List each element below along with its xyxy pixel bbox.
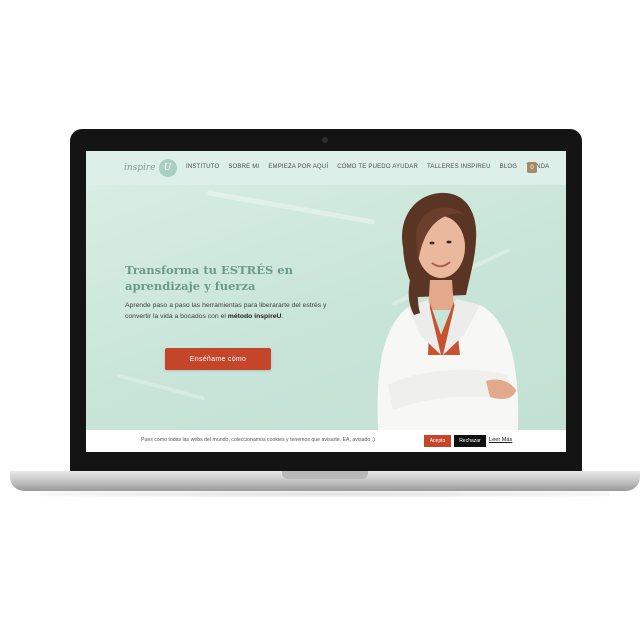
laptop-screen: inspire U INSTITUTO SOBRE MI EMPIEZA POR… bbox=[86, 151, 566, 452]
hero-title-line-1: Transforma tu ESTRÉS en bbox=[125, 263, 293, 277]
hero-title: Transforma tu ESTRÉS en aprendizaje y fu… bbox=[125, 262, 345, 294]
logo-mark-icon: U bbox=[158, 159, 177, 177]
nav-item-instituto[interactable]: INSTITUTO bbox=[186, 164, 219, 170]
nav-item-como-ayudar[interactable]: CÓMO TE PUEDO AYUDAR bbox=[337, 164, 418, 170]
accept-cookies-button[interactable]: Acepto bbox=[424, 435, 451, 447]
camera-dot bbox=[322, 137, 328, 143]
read-more-link[interactable]: Leer Más bbox=[489, 437, 512, 443]
cookie-bar: Pues como todas las webs del mundo, cole… bbox=[86, 430, 566, 452]
woman-portrait-image bbox=[377, 192, 519, 430]
laptop-notch bbox=[282, 471, 368, 479]
cta-button[interactable]: Enséñame cómo bbox=[165, 348, 271, 370]
hero-subtitle: Aprende paso a paso las herramientas par… bbox=[125, 300, 330, 322]
nav-item-blog[interactable]: BLOG bbox=[500, 164, 517, 170]
laptop-shadow bbox=[40, 491, 610, 497]
main-nav: INSTITUTO SOBRE MI EMPIEZA POR AQUÍ CÓMO… bbox=[186, 164, 549, 170]
site-header: inspire U INSTITUTO SOBRE MI EMPIEZA POR… bbox=[86, 151, 566, 185]
hero-subtitle-end: . bbox=[281, 313, 284, 320]
hero-subtitle-text: Aprende paso a paso las herramientas par… bbox=[125, 302, 327, 320]
cookie-text: Pues como todas las webs del mundo, cole… bbox=[141, 437, 375, 443]
wall-texture bbox=[117, 373, 205, 401]
nav-item-sobre-mi[interactable]: SOBRE MI bbox=[228, 164, 259, 170]
hero-subtitle-bold: método inspireU bbox=[227, 313, 282, 320]
hero-title-line-2: aprendizaje y fuerza bbox=[125, 279, 256, 293]
nav-item-talleres[interactable]: TALLERES INSPIREU bbox=[427, 164, 491, 170]
site-logo[interactable]: inspire U bbox=[124, 159, 177, 177]
laptop-lid: inspire U INSTITUTO SOBRE MI EMPIEZA POR… bbox=[70, 129, 582, 472]
cart-icon[interactable]: 0 bbox=[527, 162, 537, 173]
logo-text: inspire bbox=[124, 163, 156, 173]
reject-cookies-button[interactable]: Rechazar bbox=[454, 435, 486, 447]
nav-item-empieza[interactable]: EMPIEZA POR AQUÍ bbox=[268, 164, 328, 170]
laptop-base bbox=[10, 471, 640, 491]
